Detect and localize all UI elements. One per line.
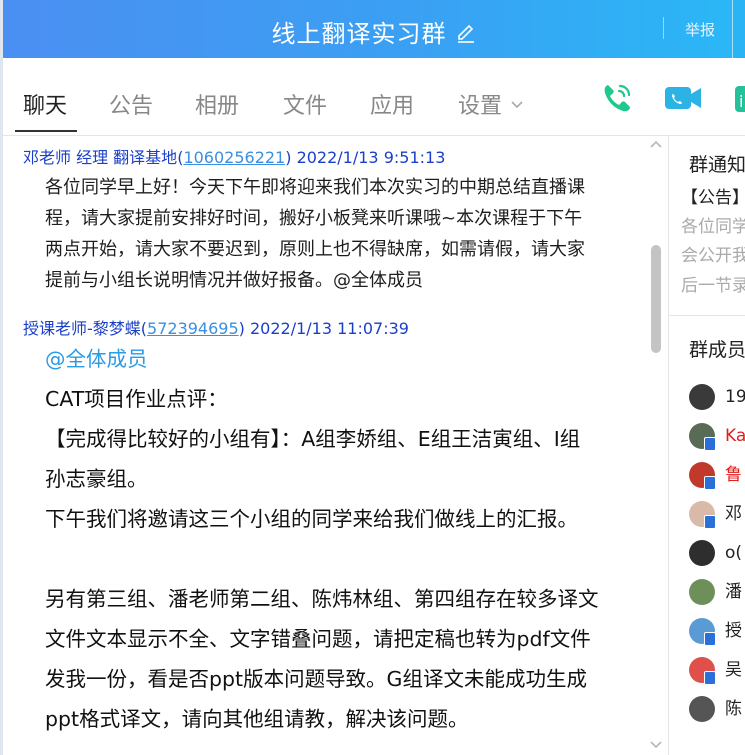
svg-text:i: i bbox=[739, 92, 743, 111]
member-name: 潘 bbox=[725, 582, 742, 602]
message-header: 授课老师-黎梦蝶(572394695) 2022/1/13 11:07:39 bbox=[23, 319, 409, 338]
member-name: 鲁 bbox=[725, 465, 742, 485]
message-line: 提前与小组长说明情况并做好报备。@全体成员 bbox=[45, 270, 423, 291]
sender-qq-link[interactable]: 572394695 bbox=[147, 319, 239, 338]
panel-divider bbox=[669, 315, 745, 316]
voice-call-icon[interactable] bbox=[599, 80, 635, 116]
avatar bbox=[689, 579, 715, 605]
notice-text: 会公开我 bbox=[681, 246, 745, 266]
member-name: 邓 bbox=[725, 504, 742, 524]
sender-name[interactable]: 邓老师 经理 翻译基地 bbox=[23, 148, 177, 167]
message-time: 2022/1/13 11:07:39 bbox=[249, 319, 409, 338]
notice-text: 各位同学 bbox=[681, 217, 745, 237]
message-body: 各位同学早上好！今天下午即将迎来我们本次实习的中期总结直播课 程，请大家提前安排… bbox=[45, 172, 650, 296]
tab-files[interactable]: 文件 bbox=[283, 88, 327, 120]
message-line: CAT项目作业点评： bbox=[45, 387, 228, 411]
member-item[interactable]: 潘 bbox=[689, 579, 745, 605]
tab-apps[interactable]: 应用 bbox=[370, 88, 414, 120]
message-line: 程，请大家提前安排好时间，搬好小板凳来听课哦~本次课程于下午 bbox=[45, 208, 583, 229]
sender-qq-link[interactable]: 1060256221 bbox=[183, 148, 285, 167]
message-line: 各位同学早上好！今天下午即将迎来我们本次实习的中期总结直播课 bbox=[45, 177, 585, 198]
message-header: 邓老师 经理 翻译基地(1060256221) 2022/1/13 9:51:1… bbox=[23, 148, 446, 167]
member-item[interactable]: Ka bbox=[689, 423, 745, 451]
member-name: 19 bbox=[725, 387, 745, 407]
mention-all[interactable]: @全体成员 bbox=[45, 339, 650, 379]
device-badge-icon bbox=[704, 515, 716, 529]
chat-message-area[interactable]: 邓老师 经理 翻译基地(1060256221) 2022/1/13 9:51:1… bbox=[3, 135, 668, 755]
member-item[interactable]: 鲁 bbox=[689, 462, 745, 490]
avatar bbox=[689, 540, 715, 566]
chat-scrollbar-thumb[interactable] bbox=[651, 245, 661, 353]
active-tab-indicator bbox=[15, 130, 77, 132]
member-item[interactable]: 吴 bbox=[689, 657, 745, 685]
tab-album[interactable]: 相册 bbox=[195, 88, 239, 120]
message-line: 文件文本显示不全、文字错叠问题，请把定稿也转为pdf文件 bbox=[45, 627, 591, 651]
tab-chat[interactable]: 聊天 bbox=[23, 88, 67, 120]
message-line: 发我一份，看是否ppt版本问题导致。G组译文未能成功生成 bbox=[45, 667, 587, 691]
more-apps-icon[interactable]: i bbox=[733, 80, 745, 116]
tab-settings-label: 设置 bbox=[458, 94, 503, 119]
member-name: 吴 bbox=[725, 660, 742, 680]
chevron-down-icon bbox=[511, 101, 523, 109]
device-badge-icon bbox=[704, 632, 716, 646]
scroll-down-arrow-icon[interactable] bbox=[649, 740, 663, 750]
member-name: o( bbox=[725, 543, 743, 563]
member-item[interactable]: o( bbox=[689, 540, 745, 566]
group-title: 线上翻译实习群 bbox=[3, 14, 745, 49]
device-badge-icon bbox=[704, 437, 716, 451]
member-item[interactable]: 邓 bbox=[689, 501, 745, 529]
tab-bar: 聊天 公告 相册 文件 应用 设置 i bbox=[3, 58, 745, 136]
tab-settings[interactable]: 设置 bbox=[458, 88, 524, 120]
notice-tag: 【公告】 bbox=[681, 188, 745, 208]
avatar bbox=[689, 696, 715, 722]
message-line: 孙志豪组。 bbox=[45, 467, 148, 491]
sender-name[interactable]: 授课老师-黎梦蝶 bbox=[23, 319, 141, 338]
window-control-edge bbox=[732, 0, 745, 58]
message-line bbox=[45, 539, 650, 579]
message-line: 下午我们将邀请这三个小组的同学来给我们做线上的汇报。 bbox=[45, 507, 578, 531]
member-name: 授 bbox=[725, 621, 742, 641]
message-line: ppt格式译文，请向其他组请教，解决该问题。 bbox=[45, 707, 469, 731]
group-members-title: 群成员 bbox=[689, 339, 745, 361]
member-item[interactable]: 19 bbox=[689, 384, 745, 410]
message-body: @全体成员 CAT项目作业点评： 【完成得比较好的小组有】：A组李娇组、E组王洁… bbox=[45, 339, 650, 739]
scroll-up-arrow-icon[interactable] bbox=[649, 139, 663, 149]
message-line: 两点开始，请大家不要迟到，原则上也不得缺席，如需请假，请大家 bbox=[45, 239, 585, 260]
member-item[interactable]: 陈 bbox=[689, 696, 745, 722]
member-item[interactable]: 授 bbox=[689, 618, 745, 646]
notice-text: 后一节录 bbox=[681, 276, 745, 296]
member-name: 陈 bbox=[725, 699, 742, 719]
member-name: Ka bbox=[725, 426, 745, 446]
title-bar: 线上翻译实习群 举报 bbox=[3, 0, 745, 58]
message-time: 2022/1/13 9:51:13 bbox=[296, 148, 446, 167]
device-badge-icon bbox=[704, 671, 716, 685]
device-badge-icon bbox=[704, 476, 716, 490]
group-notice-title[interactable]: 群通知 bbox=[689, 150, 745, 177]
group-name: 线上翻译实习群 bbox=[271, 20, 447, 48]
tab-announcement[interactable]: 公告 bbox=[109, 88, 153, 120]
report-button[interactable]: 举报 bbox=[662, 17, 715, 40]
message-line: 另有第三组、潘老师第二组、陈炜林组、第四组存在较多译文 bbox=[45, 587, 599, 611]
group-info-panel: 群通知 【公告】 各位同学 会公开我 后一节录 群成员 19 Ka 鲁邓 o( 潘授吴陈 bbox=[668, 135, 745, 755]
video-call-icon[interactable] bbox=[663, 80, 703, 116]
edit-pencil-icon[interactable] bbox=[455, 22, 477, 44]
message-line: 【完成得比较好的小组有】：A组李娇组、E组王洁寅组、I组 bbox=[45, 427, 581, 451]
avatar bbox=[689, 384, 715, 410]
